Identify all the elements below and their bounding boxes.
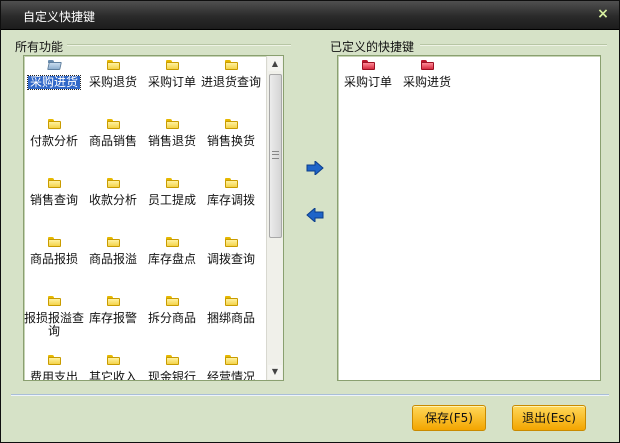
- function-item[interactable]: 采购订单: [142, 56, 202, 114]
- folder-icon: [48, 355, 61, 365]
- close-icon[interactable]: ×: [595, 6, 611, 22]
- folder-icon: [107, 178, 120, 188]
- function-item-label: 拆分商品: [147, 311, 196, 325]
- scrollbar-thumb[interactable]: [269, 74, 282, 238]
- function-item-label: 库存盘点: [147, 252, 196, 266]
- footer-divider: [11, 394, 609, 396]
- all-functions-rule: [67, 44, 291, 46]
- function-item[interactable]: 采购进货: [397, 56, 457, 114]
- function-item[interactable]: 报损报溢查询: [24, 292, 84, 350]
- function-item-label: 付款分析: [29, 134, 78, 148]
- function-item[interactable]: 进退货查询: [201, 56, 261, 114]
- function-item-label: 采购进货: [402, 75, 451, 89]
- folder-icon: [166, 119, 179, 129]
- folder-icon: [107, 237, 120, 247]
- dialog-title: 自定义快捷键: [23, 10, 96, 24]
- folder-icon: [166, 60, 179, 70]
- folder-icon: [107, 60, 120, 70]
- function-item-label: 采购进货: [27, 75, 81, 90]
- function-item[interactable]: 捆绑商品: [201, 292, 261, 350]
- function-item[interactable]: 调拨查询: [201, 233, 261, 291]
- function-item-label: 商品销售: [88, 134, 137, 148]
- function-item[interactable]: 商品报损: [24, 233, 84, 291]
- folder-icon: [166, 178, 179, 188]
- function-item[interactable]: 销售换货: [201, 115, 261, 173]
- folder-icon: [48, 237, 61, 247]
- function-item-label: 销售换货: [206, 134, 255, 148]
- function-item[interactable]: 付款分析: [24, 115, 84, 173]
- scroll-grip-icon: [272, 151, 279, 159]
- shortcut-dialog: 自定义快捷键 × 所有功能 已定义的快捷键 采购进货 采购退货 采购订单 进退货查询付…: [0, 0, 620, 443]
- function-item[interactable]: 采购退货: [83, 56, 143, 114]
- folder-icon: [107, 355, 120, 365]
- function-item[interactable]: 收款分析: [83, 174, 143, 232]
- function-item-label: 其它收入: [88, 370, 137, 381]
- function-item-label: 现金银行: [147, 370, 196, 381]
- function-item[interactable]: 采购进货: [24, 56, 84, 114]
- folder-open-icon: [47, 60, 62, 70]
- function-item[interactable]: 员工提成: [142, 174, 202, 232]
- folder-icon: [48, 178, 61, 188]
- function-item-label: 调拨查询: [206, 252, 255, 266]
- function-item-label: 报损报溢查询: [24, 311, 85, 338]
- vertical-scrollbar[interactable]: ▲ ▼: [266, 56, 283, 380]
- folder-icon: [225, 296, 238, 306]
- function-item-label: 采购订单: [147, 75, 196, 89]
- function-item[interactable]: 拆分商品: [142, 292, 202, 350]
- all-functions-list[interactable]: 采购进货 采购退货 采购订单 进退货查询付款分析 商品销售 销售退货 销售换货销售查询 收款分…: [23, 55, 284, 381]
- function-item-label: 销售退货: [147, 134, 196, 148]
- folder-icon: [225, 60, 238, 70]
- function-item[interactable]: 经营情况: [201, 351, 261, 381]
- folder-icon: [166, 355, 179, 365]
- folder-icon: [225, 119, 238, 129]
- function-item[interactable]: 商品报溢: [83, 233, 143, 291]
- folder-icon: [225, 178, 238, 188]
- folder-icon: [225, 237, 238, 247]
- function-item-label: 库存调拨: [206, 193, 255, 207]
- folder-icon: [107, 296, 120, 306]
- scroll-up-icon[interactable]: ▲: [268, 57, 282, 71]
- folder-icon: [48, 296, 61, 306]
- exit-button[interactable]: 退出(Esc): [512, 405, 586, 431]
- title-bar[interactable]: 自定义快捷键 ×: [1, 1, 619, 30]
- folder-red-icon: [362, 60, 375, 70]
- function-item[interactable]: 采购订单: [338, 56, 398, 114]
- folder-icon: [48, 119, 61, 129]
- function-item-label: 费用支出: [29, 370, 78, 381]
- defined-shortcuts-rule: [420, 44, 607, 46]
- save-button[interactable]: 保存(F5): [412, 405, 486, 431]
- defined-shortcuts-list[interactable]: 采购订单 采购进货: [337, 55, 601, 381]
- function-item[interactable]: 销售查询: [24, 174, 84, 232]
- function-item-label: 经营情况: [206, 370, 255, 381]
- all-functions-label: 所有功能: [15, 40, 64, 54]
- folder-icon: [166, 296, 179, 306]
- function-item[interactable]: 销售退货: [142, 115, 202, 173]
- function-item-label: 商品报溢: [88, 252, 137, 266]
- function-item-label: 采购订单: [343, 75, 392, 89]
- function-item[interactable]: 库存盘点: [142, 233, 202, 291]
- scroll-down-icon[interactable]: ▼: [268, 365, 282, 379]
- function-item[interactable]: 费用支出: [24, 351, 84, 381]
- function-item-label: 采购退货: [88, 75, 137, 89]
- arrow-left-icon[interactable]: [306, 208, 324, 222]
- function-item-label: 库存报警: [88, 311, 137, 325]
- function-item[interactable]: 现金银行: [142, 351, 202, 381]
- function-item-label: 进退货查询: [201, 75, 262, 89]
- folder-icon: [225, 355, 238, 365]
- function-item[interactable]: 库存调拨: [201, 174, 261, 232]
- function-item-label: 销售查询: [29, 193, 78, 207]
- function-item-label: 捆绑商品: [206, 311, 255, 325]
- folder-icon: [107, 119, 120, 129]
- arrow-right-icon[interactable]: [306, 161, 324, 175]
- function-item-label: 员工提成: [147, 193, 196, 207]
- folder-red-icon: [421, 60, 434, 70]
- function-item[interactable]: 库存报警: [83, 292, 143, 350]
- folder-icon: [166, 237, 179, 247]
- defined-shortcuts-label: 已定义的快捷键: [330, 40, 415, 54]
- function-item-label: 商品报损: [29, 252, 78, 266]
- function-item-label: 收款分析: [88, 193, 137, 207]
- function-item[interactable]: 其它收入: [83, 351, 143, 381]
- function-item[interactable]: 商品销售: [83, 115, 143, 173]
